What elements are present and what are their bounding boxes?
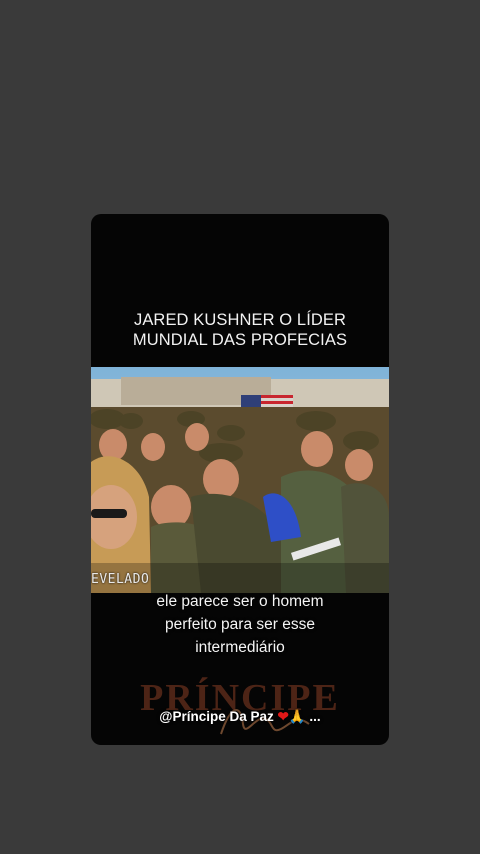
praying-hands-icon: 🙏 (288, 709, 306, 724)
heart-icon: ❤ (277, 709, 289, 724)
caption-line-3: intermediário (195, 639, 285, 656)
caption: ele parece ser o homem perfeito para ser… (91, 590, 389, 659)
headline: JARED KUSHNER O LÍDER MUNDIAL DAS PROFEC… (91, 310, 389, 350)
story-card[interactable]: JARED KUSHNER O LÍDER MUNDIAL DAS PROFEC… (91, 214, 389, 745)
author-handle[interactable]: @Príncipe Da Paz (159, 709, 273, 724)
author-handle-row[interactable]: @Príncipe Da Paz ❤🙏 ... (91, 709, 389, 725)
video-frame[interactable]: EVELADO (91, 367, 389, 593)
headline-line-2: MUNDIAL DAS PROFECIAS (132, 331, 348, 349)
headline-line-1: JARED KUSHNER O LÍDER (133, 311, 347, 329)
video-watermark: EVELADO (91, 572, 150, 587)
caption-line-1: ele parece ser o homem (156, 593, 324, 610)
caption-line-2: perfeito para ser esse (165, 616, 315, 633)
handle-ellipsis: ... (309, 709, 321, 724)
crowd-photo (91, 367, 389, 593)
